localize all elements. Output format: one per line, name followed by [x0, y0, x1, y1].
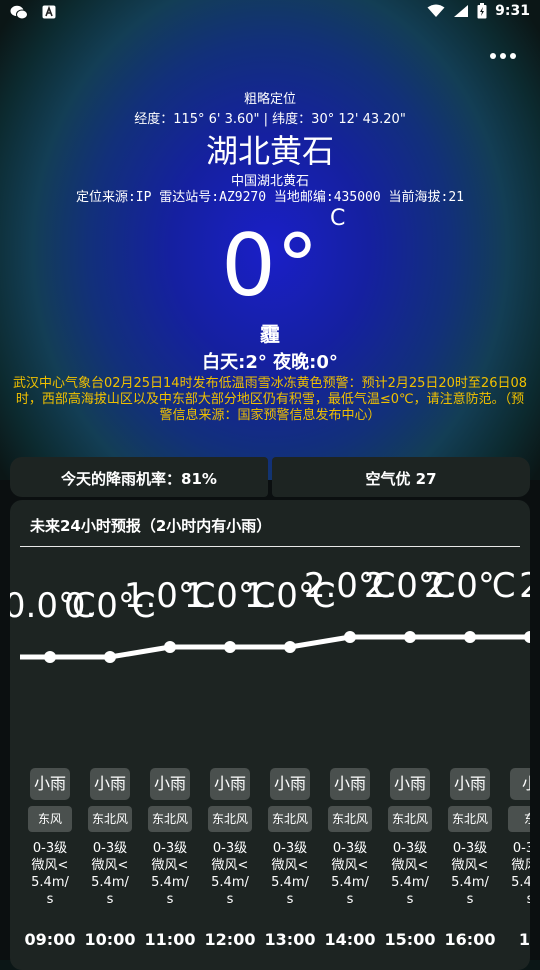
- hour-time: 17: [518, 930, 530, 949]
- signal-icon: [454, 5, 469, 17]
- status-time: 9:31: [495, 3, 530, 19]
- hour-column[interactable]: 小雨东北风 0-3级微风<5.4m/s 11:00: [140, 500, 200, 970]
- wind-direction-badge: 东风: [28, 806, 72, 832]
- current-temperature: 0°: [221, 216, 319, 316]
- hour-column[interactable]: 小雨东北风 0-3级微风<5.4m/s 10:00: [80, 500, 140, 970]
- wind-direction-badge: 东北风: [88, 806, 132, 832]
- rain-probability-card[interactable]: 今天的降雨机率：81%: [10, 457, 268, 497]
- city-name: 湖北黄石: [205, 132, 334, 170]
- wind-direction-badge: 东北风: [388, 806, 432, 832]
- rain-probability-text: 今天的降雨机率：81%: [61, 470, 217, 488]
- hour-time: 10:00: [84, 930, 136, 949]
- wind-direction-badge: 东北风: [148, 806, 192, 832]
- hour-column[interactable]: 小雨东北风 0-3级微风<5.4m/s 15:00: [380, 500, 440, 970]
- hour-time: 09:00: [24, 930, 76, 949]
- hour-time: 14:00: [324, 930, 376, 949]
- app-a-icon: [42, 5, 56, 19]
- hourly-forecast-card[interactable]: 未来24小时预报（2小时内有小雨） 0.0℃ 0.0℃ 1.0℃ 1.0℃ 1.0℃ 2.…: [10, 500, 530, 970]
- wind-direction-badge: 东北风: [268, 806, 312, 832]
- hour-time: 16:00: [444, 930, 496, 949]
- condition-badge: 小雨: [150, 768, 190, 800]
- wifi-icon: [427, 4, 445, 17]
- wind-level-text: 0-3级微风<5.4m/s: [391, 841, 429, 907]
- wind-level-text: 0-3级微风<5.4m/s: [451, 841, 489, 907]
- wind-direction-badge: 东北风: [208, 806, 252, 832]
- more-options-icon[interactable]: [488, 48, 518, 64]
- temperature-unit: C: [330, 206, 346, 231]
- hour-time: 12:00: [204, 930, 256, 949]
- wind-direction-badge: 东北风: [448, 806, 492, 832]
- air-quality-text: 空气优 27: [365, 470, 437, 488]
- wind-level-text: 0-3级微风<5.4m/s: [31, 841, 69, 907]
- wind-direction-badge: 东: [508, 806, 530, 832]
- wind-direction-badge: 东北风: [328, 806, 372, 832]
- hour-column[interactable]: 小雨东风 0-3级微风<5.4m/s 09:00: [20, 500, 80, 970]
- wind-level-text: 0-3级微风<5.4m/s: [511, 841, 530, 907]
- location-source-info: 定位来源:IP 雷达站号:AZ9270 当地邮编:435000 当前海拔:21: [75, 190, 464, 205]
- hour-column[interactable]: 小雨东北风 0-3级微风<5.4m/s 13:00: [260, 500, 320, 970]
- hour-column[interactable]: 小雨东北风 0-3级微风<5.4m/s 12:00: [200, 500, 260, 970]
- hour-column[interactable]: 小雨东北风 0-3级微风<5.4m/s 16:00: [440, 500, 500, 970]
- condition-badge: 小雨: [30, 768, 70, 800]
- hour-time: 13:00: [264, 930, 316, 949]
- wind-level-text: 0-3级微风<5.4m/s: [151, 841, 189, 907]
- condition-badge: 小雨: [210, 768, 250, 800]
- location-precision: 粗略定位: [243, 92, 296, 107]
- condition-badge: 小雨: [90, 768, 130, 800]
- condition-badge: 小: [510, 768, 530, 800]
- weather-warning: 武汉中心气象台02月25日14时发布低温雨雪冰冻黄色预警：预计2月25日20时至…: [12, 376, 528, 423]
- wechat-icon: [10, 5, 28, 20]
- status-bar: 9:31: [0, 0, 540, 26]
- condition-badge: 小雨: [450, 768, 490, 800]
- day-night-temps: 白天:2° 夜晚:0°: [202, 352, 338, 373]
- hour-column[interactable]: 小东 0-3级微风<5.4m/s 17: [500, 500, 530, 970]
- current-weather: 霾: [260, 322, 280, 346]
- battery-icon: [477, 3, 487, 19]
- location-coordinates: 经度：115° 6' 3.60" | 纬度：30° 12' 43.20": [134, 112, 406, 127]
- wind-level-text: 0-3级微风<5.4m/s: [91, 841, 129, 907]
- wind-level-text: 0-3级微风<5.4m/s: [331, 841, 369, 907]
- hourly-columns[interactable]: 小雨 东风 0-3级微风<5.4m/s 09:00 小雨 东北风 0-3级微风<5.4m/s…: [10, 500, 530, 970]
- hour-time: 15:00: [384, 930, 436, 949]
- hour-time: 11:00: [144, 930, 196, 949]
- hour-column[interactable]: 小雨东北风 0-3级微风<5.4m/s 14:00: [320, 500, 380, 970]
- condition-badge: 小雨: [390, 768, 430, 800]
- air-quality-card[interactable]: 空气优 27: [272, 457, 530, 497]
- condition-badge: 小雨: [270, 768, 310, 800]
- wind-level-text: 0-3级微风<5.4m/s: [271, 841, 309, 907]
- wind-level-text: 0-3级微风<5.4m/s: [211, 841, 249, 907]
- condition-badge: 小雨: [330, 768, 370, 800]
